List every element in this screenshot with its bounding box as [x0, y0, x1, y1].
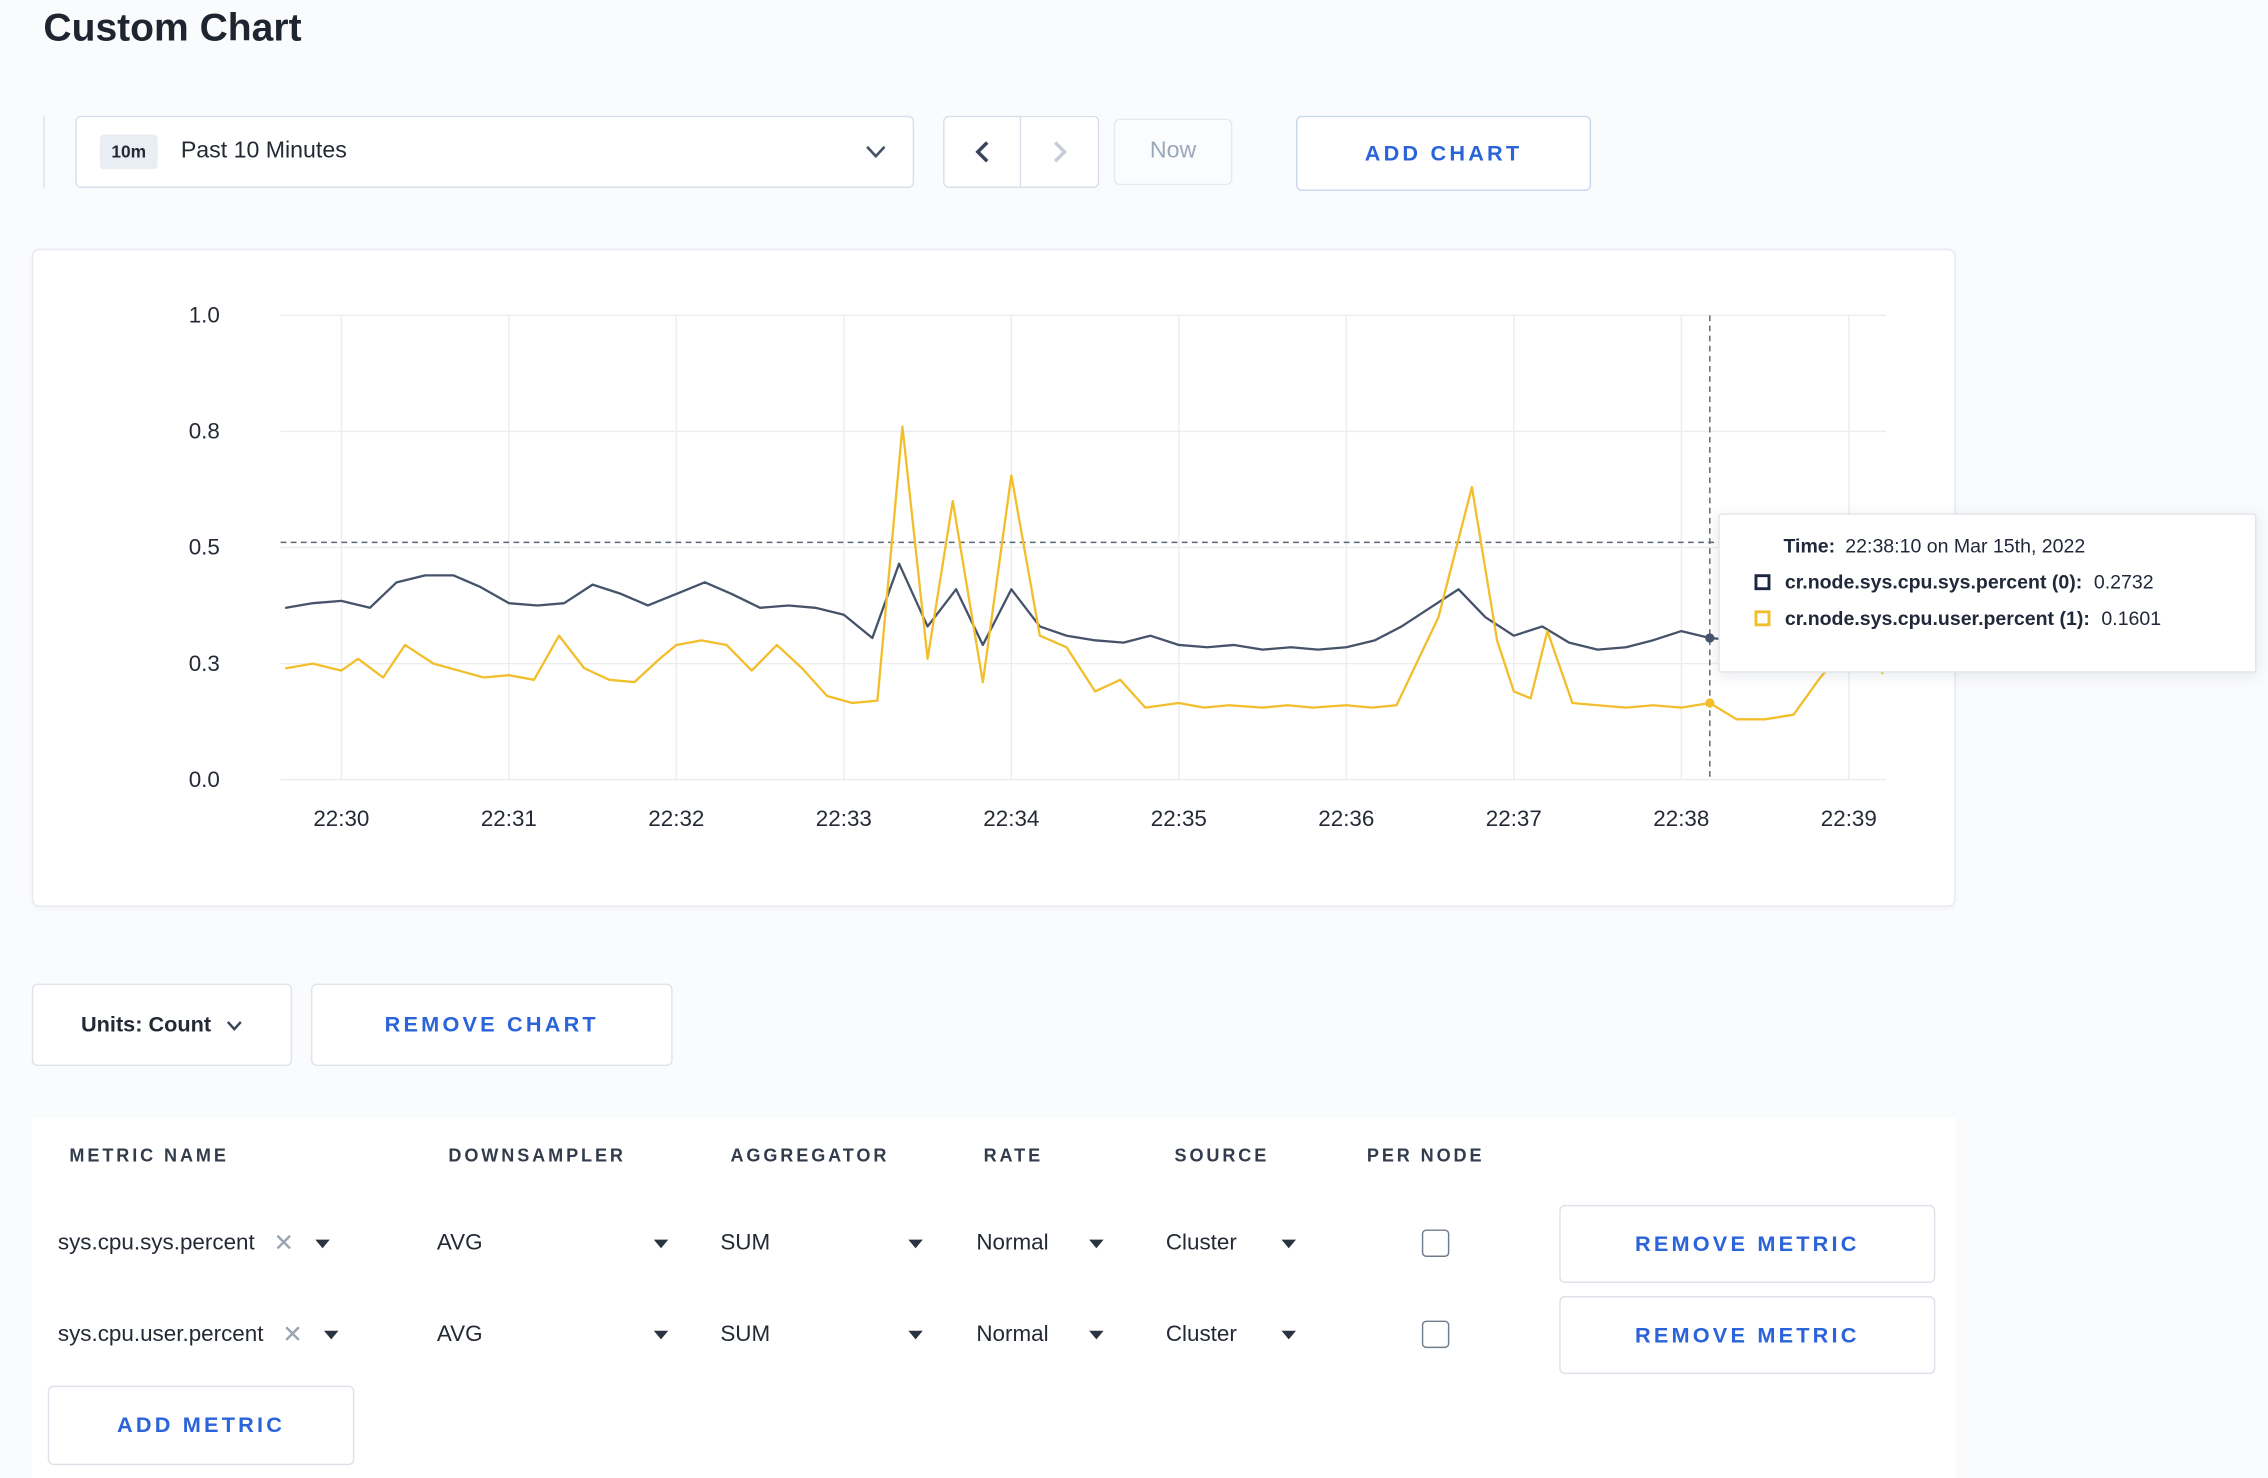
svg-text:1.0: 1.0: [189, 303, 220, 328]
downsampler-select[interactable]: AVG: [436, 1296, 669, 1374]
svg-text:22:38: 22:38: [1653, 806, 1709, 831]
per-node-checkbox[interactable]: [1421, 1229, 1450, 1257]
caret-down-icon: [315, 1239, 331, 1249]
metric-name-select[interactable]: sys.cpu.sys.percent ✕: [58, 1205, 427, 1283]
caret-down-icon: [908, 1239, 923, 1249]
svg-text:0.3: 0.3: [189, 651, 220, 676]
now-button[interactable]: Now: [1113, 118, 1233, 186]
tooltip-time-label: Time:: [1783, 535, 1836, 557]
time-range-badge: 10m: [99, 134, 158, 170]
tooltip-time-value: 22:38:10 on Mar 15th, 2022: [1845, 535, 2086, 557]
svg-text:22:33: 22:33: [816, 806, 872, 831]
units-label: Units: Count: [81, 1012, 212, 1038]
tooltip-series-value: 0.1601: [2101, 607, 2162, 630]
col-header-per-node: PER NODE: [1366, 1145, 1485, 1166]
remove-metric-button[interactable]: REMOVE METRIC: [1559, 1204, 1936, 1283]
next-time-button[interactable]: [1021, 115, 1100, 189]
timeseries-chart[interactable]: 0.0 0.3 0.5 0.8 1.0 22:30 22:31 22:32 22:33 22:34…: [33, 250, 1957, 908]
chevron-right-icon: [1053, 141, 1067, 163]
svg-text:22:34: 22:34: [983, 806, 1039, 831]
series-sys-swatch-icon: [1754, 574, 1771, 591]
add-metric-button[interactable]: ADD METRIC: [47, 1385, 355, 1466]
source-select[interactable]: Cluster: [1165, 1205, 1297, 1283]
aggregator-select[interactable]: SUM: [720, 1296, 923, 1374]
svg-text:22:37: 22:37: [1486, 806, 1542, 831]
clear-metric-icon[interactable]: ✕: [282, 1321, 303, 1350]
tooltip-series-label: cr.node.sys.cpu.sys.percent (0):: [1784, 571, 2083, 594]
add-chart-button[interactable]: ADD CHART: [1296, 115, 1592, 191]
downsampler-select[interactable]: AVG: [436, 1205, 669, 1283]
metric-row: sys.cpu.user.percent ✕ AVG SUM Normal Cl…: [32, 1296, 1956, 1375]
toolbar-divider: [43, 115, 45, 189]
downsampler-value: AVG: [436, 1322, 483, 1347]
col-header-source: SOURCE: [1174, 1145, 1270, 1166]
remove-chart-button[interactable]: REMOVE CHART: [310, 983, 673, 1067]
series-user-swatch-icon: [1754, 610, 1771, 627]
tooltip-series-row: cr.node.sys.cpu.user.percent (1): 0.1601: [1720, 607, 2255, 630]
source-value: Cluster: [1165, 1230, 1237, 1256]
clear-metric-icon[interactable]: ✕: [274, 1229, 295, 1258]
chart-tooltip: Time: 22:38:10 on Mar 15th, 2022 cr.node.…: [1718, 513, 2257, 673]
downsampler-value: AVG: [436, 1230, 483, 1256]
metric-name-select[interactable]: sys.cpu.user.percent ✕: [58, 1296, 427, 1374]
caret-down-icon: [1281, 1239, 1297, 1249]
col-header-downsampler: DOWNSAMPLER: [448, 1145, 626, 1166]
svg-text:22:35: 22:35: [1151, 806, 1207, 831]
svg-text:22:36: 22:36: [1318, 806, 1374, 831]
svg-text:22:32: 22:32: [648, 806, 704, 831]
tooltip-series-label: cr.node.sys.cpu.user.percent (1):: [1784, 607, 2090, 630]
page-title: Custom Chart: [43, 5, 302, 50]
svg-text:22:39: 22:39: [1821, 806, 1877, 831]
tooltip-time-row: Time: 22:38:10 on Mar 15th, 2022: [1720, 535, 2255, 557]
metric-row: sys.cpu.sys.percent ✕ AVG SUM Normal Clu…: [32, 1204, 1956, 1283]
units-dropdown[interactable]: Units: Count: [31, 983, 293, 1067]
metric-name-label: sys.cpu.user.percent: [57, 1322, 264, 1347]
time-range-label: Past 10 Minutes: [180, 138, 347, 164]
rate-select[interactable]: Normal: [976, 1205, 1104, 1283]
svg-text:22:31: 22:31: [481, 806, 537, 831]
source-value: Cluster: [1165, 1322, 1237, 1347]
tooltip-series-row: cr.node.sys.cpu.sys.percent (0): 0.2732: [1720, 571, 2255, 593]
metric-name-label: sys.cpu.sys.percent: [57, 1230, 255, 1256]
svg-text:0.0: 0.0: [189, 767, 220, 792]
svg-text:0.8: 0.8: [189, 419, 220, 444]
custom-chart-page: Custom Chart 10m Past 10 Minutes Now ADD…: [0, 0, 2268, 1478]
aggregator-select[interactable]: SUM: [720, 1205, 923, 1283]
col-header-metric-name: METRIC NAME: [69, 1145, 229, 1166]
prev-time-button[interactable]: [943, 115, 1022, 189]
caret-down-icon: [653, 1330, 669, 1340]
aggregator-value: SUM: [720, 1322, 771, 1347]
svg-text:0.5: 0.5: [189, 535, 220, 560]
chart-card: 0.0 0.3 0.5 0.8 1.0 22:30 22:31 22:32 22:33 22:34…: [31, 248, 1957, 908]
metrics-table: METRIC NAME DOWNSAMPLER AGGREGATOR RATE …: [31, 1118, 1956, 1478]
caret-down-icon: [1089, 1330, 1104, 1340]
aggregator-value: SUM: [720, 1230, 771, 1256]
rate-value: Normal: [976, 1230, 1049, 1256]
time-range-dropdown[interactable]: 10m Past 10 Minutes: [75, 115, 915, 189]
chevron-left-icon: [975, 141, 989, 163]
tooltip-series-value: 0.2732: [2093, 571, 2154, 594]
per-node-checkbox[interactable]: [1421, 1320, 1450, 1349]
caret-down-icon: [1281, 1330, 1297, 1340]
svg-text:22:30: 22:30: [313, 806, 369, 831]
rate-value: Normal: [976, 1322, 1049, 1347]
rate-select[interactable]: Normal: [976, 1296, 1104, 1374]
caret-down-icon: [908, 1330, 923, 1340]
col-header-rate: RATE: [983, 1145, 1044, 1166]
caret-down-icon: [324, 1330, 340, 1340]
chevron-down-icon: [866, 145, 886, 159]
remove-metric-button[interactable]: REMOVE METRIC: [1559, 1296, 1936, 1375]
caret-down-icon: [1089, 1239, 1104, 1249]
chevron-down-icon: [226, 1020, 242, 1031]
source-select[interactable]: Cluster: [1165, 1296, 1297, 1374]
caret-down-icon: [653, 1239, 669, 1249]
time-nav-group: [943, 115, 1100, 189]
col-header-aggregator: AGGREGATOR: [730, 1145, 890, 1166]
